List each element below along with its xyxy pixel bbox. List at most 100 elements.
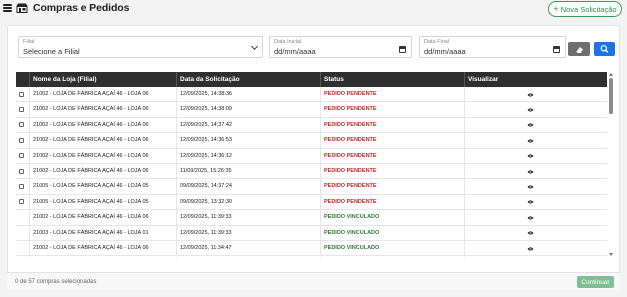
- eye-icon[interactable]: [527, 107, 534, 113]
- start-date-field[interactable]: Data Inicial dd/mm/aaaa: [269, 36, 412, 58]
- row-checkbox[interactable]: [19, 153, 24, 159]
- status-badge: PEDIDO PENDENTE: [324, 91, 377, 97]
- eye-icon[interactable]: [527, 230, 534, 236]
- main-card: Filial Selecione a Filial Data Inicial d…: [7, 25, 620, 290]
- view-cell: [464, 133, 607, 149]
- store-name-cell: 21002 - LOJA DE FÁBRICA AÇAÍ 46 - LOJA 0…: [29, 210, 176, 226]
- status-badge: PEDIDO PENDENTE: [324, 198, 377, 205]
- header-view: Visualizar: [464, 72, 607, 87]
- eye-icon[interactable]: [527, 184, 534, 190]
- request-date-cell: 12/09/2025, 14:38:09: [176, 102, 320, 118]
- new-request-button[interactable]: + Nova Solicitação: [548, 1, 622, 17]
- start-date-value: dd/mm/aaaa: [274, 47, 316, 56]
- row-select-cell: [16, 149, 29, 164]
- status-cell: PEDIDO VINCULADO: [320, 256, 464, 257]
- hamburger-menu-icon[interactable]: [3, 4, 12, 12]
- status-cell: PEDIDO PENDENTE: [320, 179, 464, 195]
- request-date-cell: 12/09/2025, 14:36:53: [176, 133, 320, 149]
- table-row: 21002 - LOJA DE FÁBRICA AÇAÍ 46 - LOJA 0…: [16, 164, 607, 180]
- table-row: 21002 - LOJA DE FÁBRICA AÇAÍ 46 - LOJA 0…: [16, 241, 607, 257]
- table-row: 21002 - LOJA DE FÁBRICA AÇAÍ 46 - LOJA 0…: [16, 102, 607, 118]
- continue-button[interactable]: Continuar: [577, 276, 614, 288]
- scroll-thumb[interactable]: [609, 78, 613, 114]
- eye-icon[interactable]: [527, 199, 534, 205]
- view-cell: [464, 87, 607, 103]
- header-request-date: Data da Solicitação: [176, 72, 320, 87]
- search-icon: [600, 45, 609, 53]
- status-badge: PEDIDO PENDENTE: [324, 121, 377, 128]
- status-cell: PEDIDO VINCULADO: [320, 225, 464, 241]
- table-row: 21002 - LOJA DE FÁBRICA AÇAÍ 46 - LOJA 0…: [16, 256, 607, 257]
- status-cell: PEDIDO PENDENTE: [320, 102, 464, 118]
- row-checkbox[interactable]: [19, 137, 24, 143]
- request-date-cell: 09/09/2025, 14:37:24: [176, 179, 320, 195]
- status-cell: PEDIDO PENDENTE: [320, 148, 464, 164]
- end-date-value: dd/mm/aaaa: [424, 47, 466, 56]
- row-select-cell: [16, 87, 29, 102]
- request-date-cell: 12/09/2025, 11:34:47: [176, 256, 320, 257]
- row-select-cell: [16, 102, 29, 117]
- status-badge: PEDIDO PENDENTE: [324, 168, 377, 174]
- store-name-cell: 21005 - LOJA DE FÁBRICA AÇAÍ 46 - LOJA 0…: [29, 179, 176, 195]
- store-name-cell: 21003 - LOJA DE FÁBRICA AÇAÍ 46 - LOJA 0…: [29, 225, 176, 241]
- eye-icon[interactable]: [527, 122, 534, 128]
- row-checkbox[interactable]: [19, 168, 24, 174]
- eye-icon[interactable]: [527, 169, 534, 175]
- status-badge: PEDIDO VINCULADO: [324, 229, 380, 236]
- calendar-icon[interactable]: [399, 46, 406, 53]
- eye-icon[interactable]: [527, 138, 534, 144]
- row-select-cell: [16, 195, 29, 210]
- status-badge: PEDIDO PENDENTE: [324, 183, 377, 190]
- view-cell: [464, 194, 607, 211]
- view-cell: [464, 210, 607, 226]
- store-name-cell: 21002 - LOJA DE FÁBRICA AÇAÍ 46 - LOJA 0…: [29, 102, 176, 118]
- clear-filters-button[interactable]: [568, 42, 590, 56]
- start-date-label: Data Inicial: [274, 39, 302, 45]
- row-checkbox[interactable]: [19, 183, 24, 189]
- eye-icon[interactable]: [527, 153, 534, 159]
- calendar-icon[interactable]: [553, 46, 560, 53]
- table-scrollbar[interactable]: [608, 72, 614, 257]
- view-cell: [464, 117, 607, 134]
- scroll-down-arrow-icon[interactable]: [609, 253, 613, 256]
- row-select-cell: [16, 118, 29, 133]
- store-name-cell: 21002 - LOJA DE FÁBRICA AÇAÍ 46 - LOJA 0…: [29, 241, 176, 257]
- table-row: 21002 - LOJA DE FÁBRICA AÇAÍ 46 - LOJA 0…: [16, 87, 607, 103]
- row-checkbox[interactable]: [19, 122, 24, 128]
- view-cell: [464, 164, 607, 180]
- eraser-icon: [576, 47, 583, 53]
- store-name-cell: 21002 - LOJA DE FÁBRICA AÇAÍ 46 - LOJA 0…: [29, 148, 176, 164]
- search-button[interactable]: [594, 42, 615, 56]
- filial-label: Filial: [23, 39, 35, 45]
- status-cell: PEDIDO PENDENTE: [320, 117, 464, 134]
- eye-icon[interactable]: [527, 246, 534, 252]
- table-row: 21002 - LOJA DE FÁBRICA AÇAÍ 46 - LOJA 0…: [16, 148, 607, 164]
- header-status: Status: [320, 72, 464, 87]
- eye-icon[interactable]: [527, 215, 534, 221]
- scroll-up-arrow-icon[interactable]: [609, 73, 613, 76]
- status-badge: PEDIDO VINCULADO: [324, 245, 380, 251]
- row-checkbox[interactable]: [19, 106, 24, 112]
- request-date-cell: 12/09/2025, 11:34:47: [176, 241, 320, 257]
- row-checkbox[interactable]: [19, 199, 24, 205]
- request-date-cell: 12/09/2025, 14:38:36: [176, 87, 320, 103]
- store-name-cell: 21002 - LOJA DE FÁBRICA AÇAÍ 46 - LOJA 0…: [29, 133, 176, 149]
- end-date-label: Data Final: [424, 39, 450, 45]
- request-date-cell: 11/09/2025, 15:26:35: [176, 164, 320, 180]
- request-date-cell: 09/09/2025, 13:32:30: [176, 194, 320, 211]
- table-row: 21005 - LOJA DE FÁBRICA AÇAÍ 46 - LOJA 0…: [16, 179, 607, 195]
- request-date-cell: 12/09/2025, 14:36:12: [176, 148, 320, 164]
- end-date-field[interactable]: Data Final dd/mm/aaaa: [419, 36, 566, 58]
- page-title: Compras e Pedidos: [33, 2, 130, 14]
- filial-value: Selecione a Filial: [23, 47, 80, 56]
- table-row: 21002 - LOJA DE FÁBRICA AÇAÍ 46 - LOJA 0…: [16, 133, 607, 149]
- orders-table: Nome da Loja (Filial) Data da Solicitaçã…: [16, 72, 612, 257]
- footer-bar: 0 de 57 compras selecionadas Continuar: [7, 272, 620, 290]
- eye-icon[interactable]: [527, 92, 534, 98]
- filial-select[interactable]: Filial Selecione a Filial: [18, 36, 263, 58]
- status-cell: PEDIDO PENDENTE: [320, 87, 464, 103]
- row-checkbox[interactable]: [19, 91, 24, 97]
- store-name-cell: 21002 - LOJA DE FÁBRICA AÇAÍ 46 - LOJA 0…: [29, 164, 176, 180]
- table-row: 21003 - LOJA DE FÁBRICA AÇAÍ 46 - LOJA 0…: [16, 225, 607, 241]
- table-row: 21005 - LOJA DE FÁBRICA AÇAÍ 46 - LOJA 0…: [16, 194, 607, 211]
